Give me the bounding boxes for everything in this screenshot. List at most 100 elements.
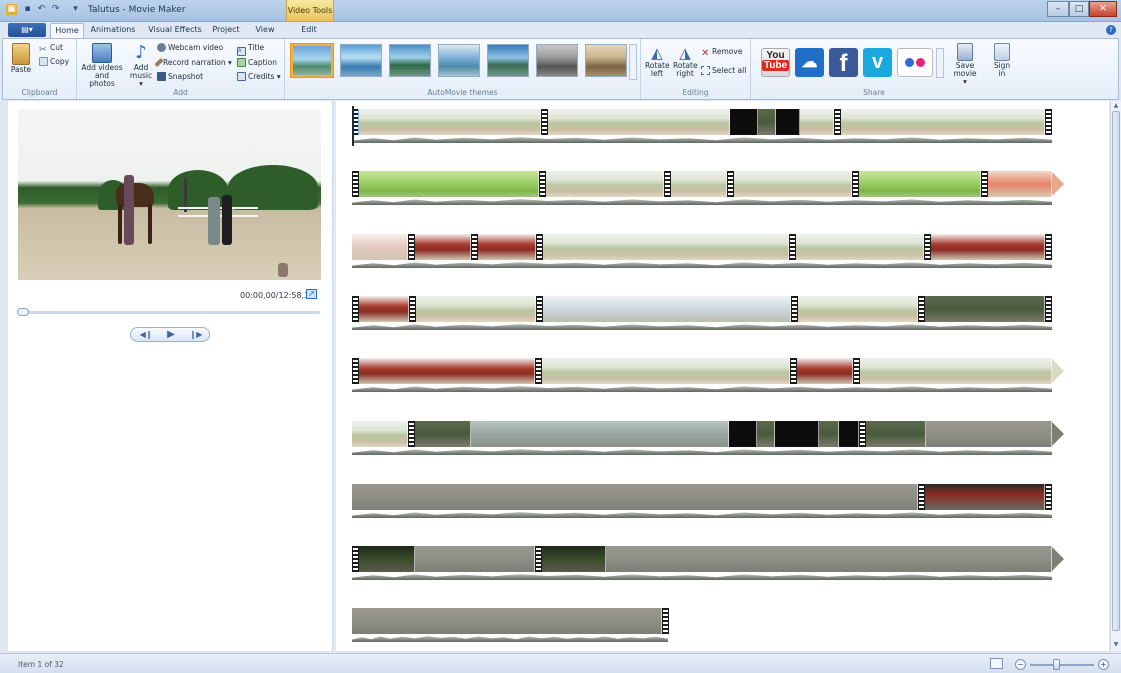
video-preview[interactable] bbox=[18, 109, 321, 280]
next-frame-button[interactable]: ❙▶ bbox=[184, 329, 208, 341]
facebook-share-button[interactable]: f bbox=[829, 48, 858, 77]
clip[interactable] bbox=[758, 109, 776, 135]
clip[interactable] bbox=[775, 421, 819, 447]
clip[interactable] bbox=[925, 296, 1045, 322]
clip[interactable] bbox=[415, 234, 471, 260]
previous-frame-button[interactable]: ◀❙ bbox=[134, 329, 158, 341]
flickr-share-button[interactable] bbox=[897, 48, 933, 77]
copy-button[interactable]: Copy bbox=[39, 57, 69, 67]
clip[interactable] bbox=[542, 358, 790, 384]
clip[interactable] bbox=[415, 421, 471, 447]
theme-default[interactable] bbox=[291, 44, 333, 77]
zoom-in-button[interactable]: + bbox=[1098, 659, 1109, 670]
theme-pan-zoom[interactable] bbox=[438, 44, 480, 77]
clip[interactable] bbox=[352, 234, 408, 260]
tab-view[interactable]: View bbox=[250, 23, 280, 38]
clip[interactable] bbox=[866, 421, 926, 447]
clip[interactable] bbox=[671, 171, 727, 197]
clip[interactable] bbox=[800, 109, 834, 135]
clip[interactable] bbox=[988, 171, 1052, 197]
theme-sepia[interactable] bbox=[585, 44, 627, 77]
paste-button[interactable]: Paste bbox=[9, 43, 33, 74]
clip[interactable] bbox=[776, 109, 800, 135]
theme-contemporary[interactable] bbox=[340, 44, 382, 77]
caption-button[interactable]: Caption bbox=[237, 58, 277, 68]
themes-gallery-scroll[interactable] bbox=[629, 44, 637, 80]
tab-visual-effects[interactable]: Visual Effects bbox=[144, 23, 206, 38]
skydrive-share-button[interactable]: ☁ bbox=[795, 48, 824, 77]
maximize-button[interactable]: □ bbox=[1069, 1, 1089, 17]
share-gallery-scroll[interactable] bbox=[936, 48, 944, 78]
clip[interactable] bbox=[729, 421, 757, 447]
theme-cinematic[interactable] bbox=[487, 44, 529, 77]
clip[interactable] bbox=[926, 421, 1052, 447]
clip[interactable] bbox=[798, 296, 918, 322]
save-icon[interactable]: ▪ bbox=[22, 4, 33, 15]
record-narration-button[interactable]: Record narration ▾ bbox=[154, 57, 232, 68]
zoom-slider-thumb[interactable] bbox=[1053, 659, 1060, 670]
clip[interactable] bbox=[352, 421, 408, 447]
theme-black-white[interactable] bbox=[536, 44, 578, 77]
clip[interactable] bbox=[931, 234, 1045, 260]
fullscreen-button[interactable]: ↗ bbox=[306, 289, 317, 299]
minimize-button[interactable]: – bbox=[1047, 1, 1069, 17]
clip[interactable] bbox=[478, 234, 536, 260]
thumbnail-size-icon[interactable] bbox=[990, 658, 1003, 669]
clip[interactable] bbox=[359, 171, 539, 197]
add-videos-photos-button[interactable]: Add videos and photos bbox=[81, 43, 123, 88]
clip[interactable] bbox=[471, 421, 729, 447]
clip[interactable] bbox=[415, 546, 535, 572]
cut-button[interactable]: ✂ Cut bbox=[39, 43, 63, 55]
file-menu-tab[interactable]: ▤▾ bbox=[8, 23, 46, 37]
clip[interactable] bbox=[543, 234, 789, 260]
youtube-share-button[interactable]: You Tube bbox=[761, 48, 790, 77]
clip[interactable] bbox=[797, 358, 853, 384]
clip[interactable] bbox=[543, 296, 791, 322]
sign-in-button[interactable]: Sign in bbox=[989, 43, 1015, 78]
playhead[interactable] bbox=[352, 106, 354, 146]
help-icon[interactable]: ? bbox=[1106, 25, 1116, 35]
scroll-up-arrow-icon[interactable]: ▲ bbox=[1112, 102, 1120, 109]
snapshot-button[interactable]: Snapshot bbox=[157, 72, 203, 82]
zoom-slider-track[interactable] bbox=[1030, 664, 1094, 666]
save-movie-button[interactable]: Save movie ▾ bbox=[951, 43, 979, 86]
webcam-video-button[interactable]: Webcam video bbox=[157, 43, 223, 53]
theme-fade[interactable] bbox=[389, 44, 431, 77]
add-music-button[interactable]: ♪ Add music ▾ bbox=[127, 43, 155, 88]
clip[interactable] bbox=[796, 234, 924, 260]
tab-project[interactable]: Project bbox=[208, 23, 244, 38]
tab-edit[interactable]: Edit bbox=[294, 23, 324, 38]
title-button[interactable]: A Title bbox=[237, 43, 264, 56]
clip[interactable] bbox=[542, 546, 606, 572]
clip[interactable] bbox=[546, 171, 664, 197]
clip[interactable] bbox=[359, 358, 535, 384]
clip[interactable] bbox=[359, 296, 409, 322]
tab-home[interactable]: Home bbox=[50, 23, 84, 38]
vimeo-share-button[interactable]: v bbox=[863, 48, 892, 77]
clip[interactable] bbox=[757, 421, 775, 447]
clip[interactable] bbox=[925, 484, 1045, 510]
clip[interactable] bbox=[730, 109, 758, 135]
play-button[interactable]: ▶ bbox=[159, 329, 183, 341]
customize-quick-access-icon[interactable]: ▾ bbox=[70, 4, 81, 15]
scroll-down-arrow-icon[interactable]: ▼ bbox=[1112, 641, 1120, 648]
clip[interactable] bbox=[352, 484, 918, 510]
undo-icon[interactable]: ↶ bbox=[36, 4, 47, 15]
clip[interactable] bbox=[819, 421, 839, 447]
seek-bar[interactable] bbox=[18, 311, 320, 314]
zoom-out-button[interactable]: − bbox=[1015, 659, 1026, 670]
remove-button[interactable]: ✕ Remove bbox=[701, 47, 742, 59]
clip[interactable] bbox=[841, 109, 1045, 135]
clip[interactable] bbox=[734, 171, 852, 197]
clip[interactable] bbox=[352, 608, 662, 634]
clip[interactable] bbox=[416, 296, 536, 322]
select-all-button[interactable]: Select all bbox=[701, 66, 746, 76]
scrollbar-thumb[interactable] bbox=[1112, 111, 1120, 631]
credits-button[interactable]: Credits ▾ bbox=[237, 72, 281, 82]
tab-animations[interactable]: Animations bbox=[88, 23, 138, 38]
clip[interactable] bbox=[839, 421, 859, 447]
clip-selected[interactable] bbox=[358, 109, 542, 135]
rotate-right-button[interactable]: ◮ Rotate right bbox=[673, 45, 698, 78]
redo-icon[interactable]: ↷ bbox=[50, 4, 61, 15]
close-button[interactable]: ✕ bbox=[1089, 1, 1117, 17]
